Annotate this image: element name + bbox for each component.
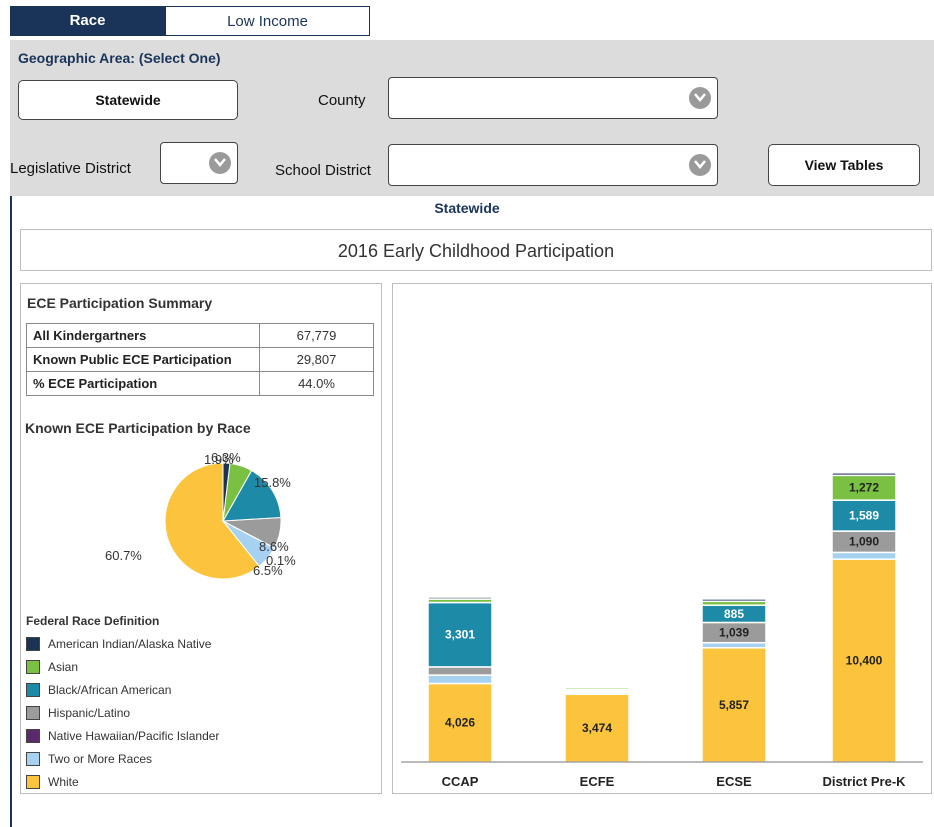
legend-label: Black/African American — [48, 682, 172, 697]
legend-label: Native Hawaiian/Pacific Islander — [48, 728, 220, 743]
legislative-district-label: Legislative District — [10, 160, 131, 177]
row-value: 67,779 — [259, 323, 374, 348]
chevron-down-icon — [209, 152, 231, 174]
category-label: ECSE — [716, 774, 752, 789]
school-district-label: School District — [275, 162, 371, 179]
county-select[interactable] — [388, 77, 718, 119]
summary-title: ECE Participation Summary — [27, 295, 213, 311]
bar-value-label: 1,272 — [849, 481, 879, 495]
legend-label: Two or More Races — [48, 751, 153, 766]
statewide-button[interactable]: Statewide — [18, 80, 238, 120]
bar-chart-panel: 4,026 3,301 CCAP 3,474 ECFE 5,857 1,039 885 ECSE… — [392, 283, 932, 794]
legend-item: Asian — [26, 655, 219, 678]
view-tables-button[interactable]: View Tables — [768, 144, 920, 186]
school-district-select[interactable] — [388, 144, 718, 186]
bar-segment[interactable] — [831, 551, 897, 560]
bar-value-label: 885 — [724, 607, 744, 621]
pie-label: 8.6% — [259, 539, 289, 554]
legend-item: Black/African American — [26, 678, 219, 701]
selected-area-label: Statewide — [434, 200, 500, 216]
category-label: District Pre-K — [822, 774, 906, 789]
legend-item: Hispanic/Latino — [26, 701, 219, 724]
legend-item: American Indian/Alaska Native — [26, 632, 219, 655]
row-label: Known Public ECE Participation — [26, 347, 260, 372]
geographic-area-label: Geographic Area: (Select One) — [18, 50, 221, 66]
row-value: 44.0% — [259, 371, 374, 396]
legend: Federal Race Definition American Indian/… — [26, 614, 219, 793]
chevron-down-icon — [689, 87, 711, 109]
tab-bar: Race Low Income — [10, 6, 370, 36]
bar-value-label: 1,589 — [849, 509, 879, 523]
summary-table: All Kindergartners 67,779 Known Public EC… — [26, 323, 374, 396]
dashboard-title: 2016 Early Childhood Participation — [20, 229, 932, 271]
bar-value-label: 3,301 — [445, 628, 475, 642]
legend-swatch — [26, 636, 40, 651]
summary-panel: ECE Participation Summary All Kindergart… — [20, 283, 382, 794]
table-row: All Kindergartners 67,779 — [26, 323, 374, 348]
pie-chart: 1.9% 6.3% 15.8% 8.6% 0.1% 6.5% 60.7% — [105, 450, 296, 580]
bar-value-label: 5,857 — [719, 698, 749, 712]
bar-segment[interactable] — [427, 596, 493, 600]
pie-chart-area: 1.9% 6.3% 15.8% 8.6% 0.1% 6.5% 60.7% — [21, 444, 381, 619]
chevron-down-icon — [689, 154, 711, 176]
bar-value-label: 3,474 — [582, 721, 612, 735]
legend-title: Federal Race Definition — [26, 614, 160, 628]
pie-title: Known ECE Participation by Race — [25, 420, 251, 436]
filter-panel: Geographic Area: (Select One) Statewide … — [10, 40, 934, 196]
table-row: Known Public ECE Participation 29,807 — [26, 347, 374, 372]
legislative-district-select[interactable] — [160, 142, 238, 184]
row-label: All Kindergartners — [26, 323, 260, 348]
legend-swatch — [26, 705, 40, 720]
bar-segment[interactable] — [427, 674, 493, 685]
stacked-bar-chart: 4,026 3,301 CCAP 3,474 ECFE 5,857 1,039 885 ECSE… — [401, 472, 923, 789]
tab-low-income[interactable]: Low Income — [165, 6, 370, 36]
legend-swatch — [26, 659, 40, 674]
pie-label: 6.3% — [211, 450, 241, 465]
legend-swatch — [26, 751, 40, 766]
county-label: County — [318, 92, 366, 109]
bar-value-label: 4,026 — [445, 716, 475, 730]
left-divider — [10, 196, 12, 827]
legend-label: White — [48, 774, 79, 789]
bar-value-label: 1,090 — [849, 535, 879, 549]
legend-label: Hispanic/Latino — [48, 705, 131, 720]
legend-label: American Indian/Alaska Native — [48, 636, 212, 651]
legend-item: White — [26, 770, 219, 793]
bar-value-label: 1,039 — [719, 626, 749, 640]
legend-item: Native Hawaiian/Pacific Islander — [26, 724, 219, 747]
legend-swatch — [26, 728, 40, 743]
pie-label: 15.8% — [254, 475, 291, 490]
legend-swatch — [26, 774, 40, 789]
legend-label: Asian — [48, 659, 79, 674]
row-value: 29,807 — [259, 347, 374, 372]
pie-label: 60.7% — [105, 548, 142, 563]
row-label: % ECE Participation — [26, 371, 260, 396]
pie-label: 6.5% — [253, 563, 283, 578]
category-label: ECFE — [580, 774, 615, 789]
bar-segment[interactable] — [701, 598, 767, 603]
bar-segment[interactable] — [564, 685, 630, 689]
category-label: CCAP — [442, 774, 479, 789]
table-row: % ECE Participation 44.0% — [26, 371, 374, 396]
bar-value-label: 10,400 — [846, 654, 883, 668]
legend-item: Two or More Races — [26, 747, 219, 770]
bar-segment[interactable] — [831, 472, 897, 477]
legend-swatch — [26, 682, 40, 697]
tab-race[interactable]: Race — [10, 6, 165, 36]
bar-segment[interactable] — [701, 641, 767, 649]
bar-segment[interactable] — [427, 666, 493, 676]
